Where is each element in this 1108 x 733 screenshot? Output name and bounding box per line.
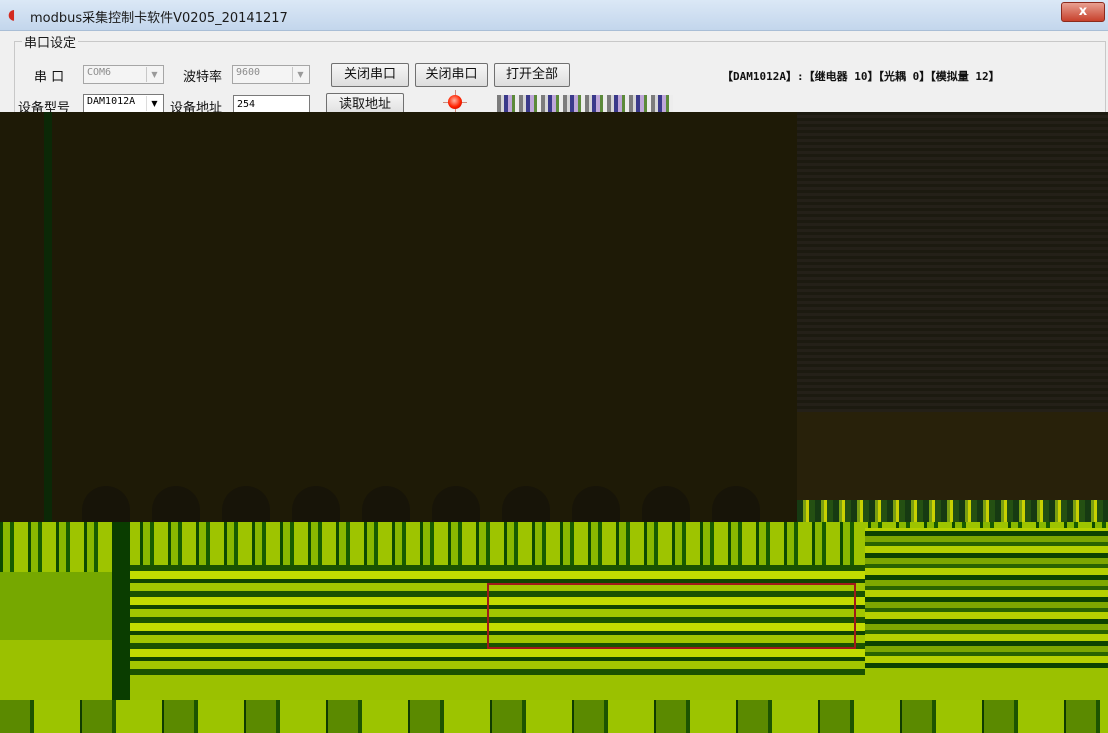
relay-indicator — [432, 486, 480, 526]
port-label: 串 口 — [34, 70, 65, 85]
address-input-box[interactable] — [233, 95, 310, 113]
relay-indicator — [82, 486, 130, 526]
corrupted-stripe — [44, 112, 52, 522]
baud-label: 波特率 — [183, 70, 223, 85]
address-input[interactable] — [234, 96, 309, 113]
baud-value: 9600 — [236, 67, 261, 78]
corrupted-right-panel — [797, 112, 1108, 412]
modbus-app-icon: ◖ — [8, 7, 16, 23]
corrupted-panel — [797, 412, 1108, 500]
device-info-text: 【DAM1012A】:【继电器 10】【光耦 0】【模拟量 12】 — [722, 70, 1000, 83]
relay-indicator — [362, 486, 410, 526]
relay-indicator — [642, 486, 690, 526]
window-title: modbus采集控制卡软件V0205_20141217 — [30, 11, 288, 26]
title-bar: ◖ modbus采集控制卡软件V0205_20141217 x — [0, 0, 1108, 31]
close-port-button-2[interactable]: 关闭串口 — [415, 63, 488, 87]
corrupted-green-bottom — [0, 700, 1108, 733]
port-select[interactable]: COM6 ▼ — [83, 65, 164, 84]
relay-indicator-row — [0, 486, 797, 526]
chevron-down-icon[interactable]: ▼ — [292, 67, 308, 82]
relay-indicator — [152, 486, 200, 526]
corrupted-notice-bar — [797, 500, 1108, 522]
relay-indicator — [712, 486, 760, 526]
relay-indicator — [502, 486, 550, 526]
relay-indicator — [572, 486, 620, 526]
highlight-box — [487, 583, 856, 649]
port-value: COM6 — [87, 67, 112, 78]
chevron-down-icon[interactable]: ▼ — [146, 67, 162, 82]
open-all-button[interactable]: 打开全部 — [494, 63, 570, 87]
corrupted-green-right — [865, 528, 1108, 668]
model-select[interactable]: DAM1012A ▼ — [83, 94, 164, 113]
baud-select[interactable]: 9600 ▼ — [232, 65, 310, 84]
status-led-icon — [448, 95, 462, 109]
close-button[interactable]: x — [1061, 2, 1105, 22]
serial-settings-title: 串口设定 — [22, 32, 79, 51]
relay-indicator — [292, 486, 340, 526]
close-port-button[interactable]: 关闭串口 — [331, 63, 409, 87]
chevron-down-icon[interactable]: ▼ — [146, 96, 162, 111]
corrupted-green-column — [112, 522, 130, 702]
model-value: DAM1012A — [87, 96, 136, 107]
relay-indicator — [222, 486, 270, 526]
